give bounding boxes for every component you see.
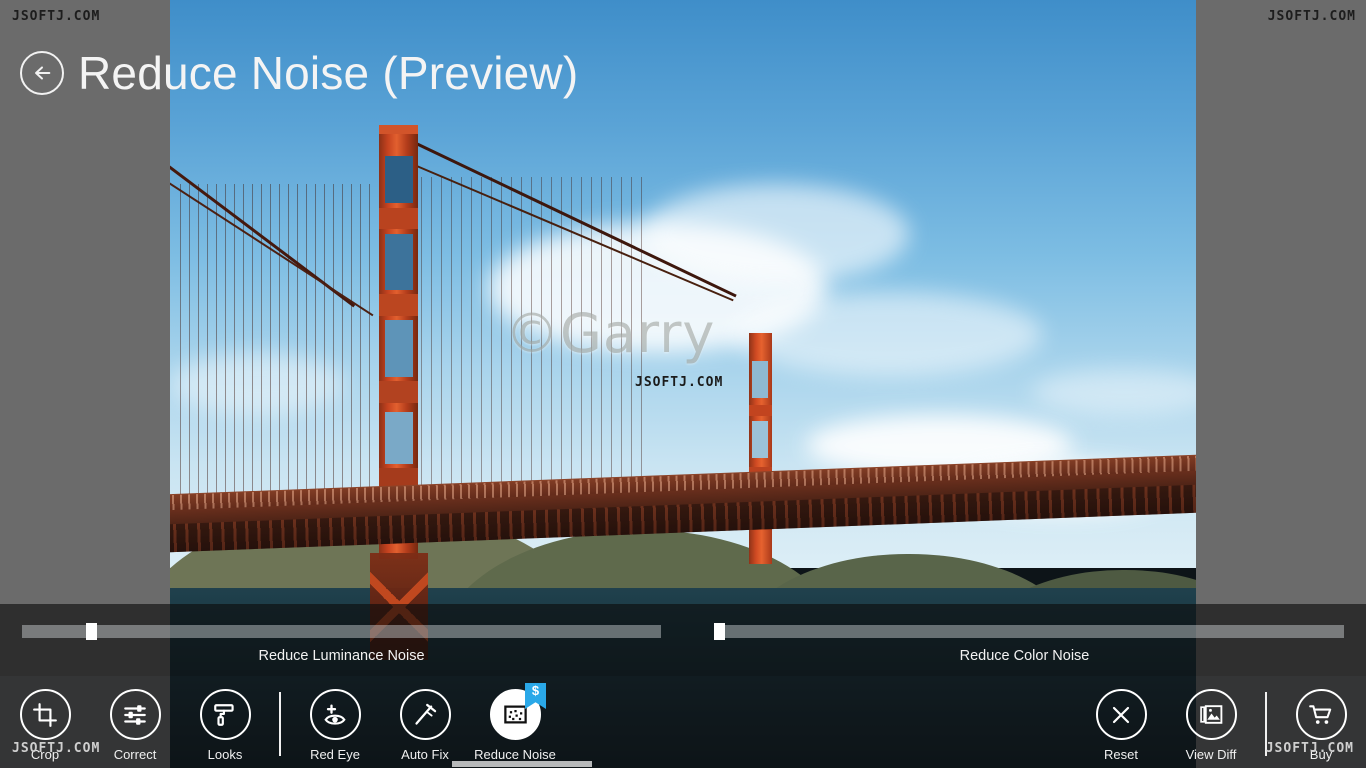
command-view-diff[interactable]: View Diff xyxy=(1166,676,1256,762)
suspender-ropes xyxy=(180,184,376,523)
command-divider xyxy=(279,692,281,756)
slider-color-group: Reduce Color Noise xyxy=(683,604,1366,676)
command-correct[interactable]: Correct xyxy=(90,676,180,762)
back-button[interactable] xyxy=(20,51,64,95)
command-red-eye[interactable]: Red Eye xyxy=(290,676,380,762)
command-label: Correct xyxy=(113,747,157,762)
red-eye-icon xyxy=(324,704,346,725)
color-slider-label: Reduce Color Noise xyxy=(959,648,1090,664)
magic-wand-icon xyxy=(414,703,436,725)
purchase-badge-label: $ xyxy=(531,683,540,698)
watermark-top-left: JSOFTJ.COM xyxy=(12,9,101,24)
page-title: Reduce Noise (Preview) xyxy=(78,47,579,99)
watermark-bottom-right: JSOFTJ.COM xyxy=(1265,741,1354,756)
shopping-cart-icon xyxy=(1309,704,1332,724)
slider-luminance-group: Reduce Luminance Noise xyxy=(0,604,683,676)
command-reset[interactable]: Reset xyxy=(1076,676,1166,762)
paint-roller-icon xyxy=(214,703,234,726)
command-label: Red Eye xyxy=(310,747,360,762)
red-eye-icon-ring xyxy=(309,689,361,740)
command-auto-fix[interactable]: Auto Fix xyxy=(380,676,470,762)
color-slider-track[interactable] xyxy=(715,625,1344,638)
photo-editor-window: ©Garry JSOFTJ.COM Reduce Noise (Preview)… xyxy=(0,0,1366,768)
luminance-slider-thumb[interactable] xyxy=(86,623,97,640)
shopping-cart-icon-ring xyxy=(1295,689,1347,740)
watermark-top-right: JSOFTJ.COM xyxy=(1267,9,1356,24)
sliders-icon-ring xyxy=(109,689,161,740)
command-label: Reduce Noise xyxy=(474,747,556,762)
back-arrow-icon xyxy=(35,66,51,80)
cloud xyxy=(1031,368,1196,415)
command-looks[interactable]: Looks xyxy=(180,676,270,762)
close-x-icon xyxy=(1112,706,1130,723)
command-reduce-noise[interactable]: $ Reduce Noise xyxy=(470,676,560,762)
command-label: Auto Fix xyxy=(401,747,449,762)
close-x-icon-ring xyxy=(1095,689,1147,740)
compare-icon xyxy=(1199,705,1222,724)
magic-wand-icon-ring xyxy=(399,689,451,740)
page-header: Reduce Noise (Preview) xyxy=(0,38,578,108)
luminance-slider-label: Reduce Luminance Noise xyxy=(258,648,425,664)
reduce-noise-icon xyxy=(503,705,527,724)
command-label: Reset xyxy=(1104,747,1138,762)
command-label: Looks xyxy=(207,747,243,762)
crop-icon xyxy=(33,702,57,727)
color-slider-thumb[interactable] xyxy=(714,623,725,640)
paint-roller-icon-ring xyxy=(199,689,251,740)
crop-icon-ring xyxy=(19,689,71,740)
bottom-app-bar: Crop Correct Looks Red Eye Auto Fix $ Re… xyxy=(0,676,1366,768)
command-label: View Diff xyxy=(1185,747,1237,762)
luminance-slider-track[interactable] xyxy=(22,625,661,638)
watermark-bottom-left: JSOFTJ.COM xyxy=(12,741,101,756)
compare-icon-ring xyxy=(1185,689,1237,740)
cloud xyxy=(734,291,1043,377)
app-bar-scroll-indicator[interactable] xyxy=(452,761,592,767)
sliders-icon xyxy=(124,704,146,725)
adjustment-sliders: Reduce Luminance Noise Reduce Color Nois… xyxy=(0,604,1366,676)
